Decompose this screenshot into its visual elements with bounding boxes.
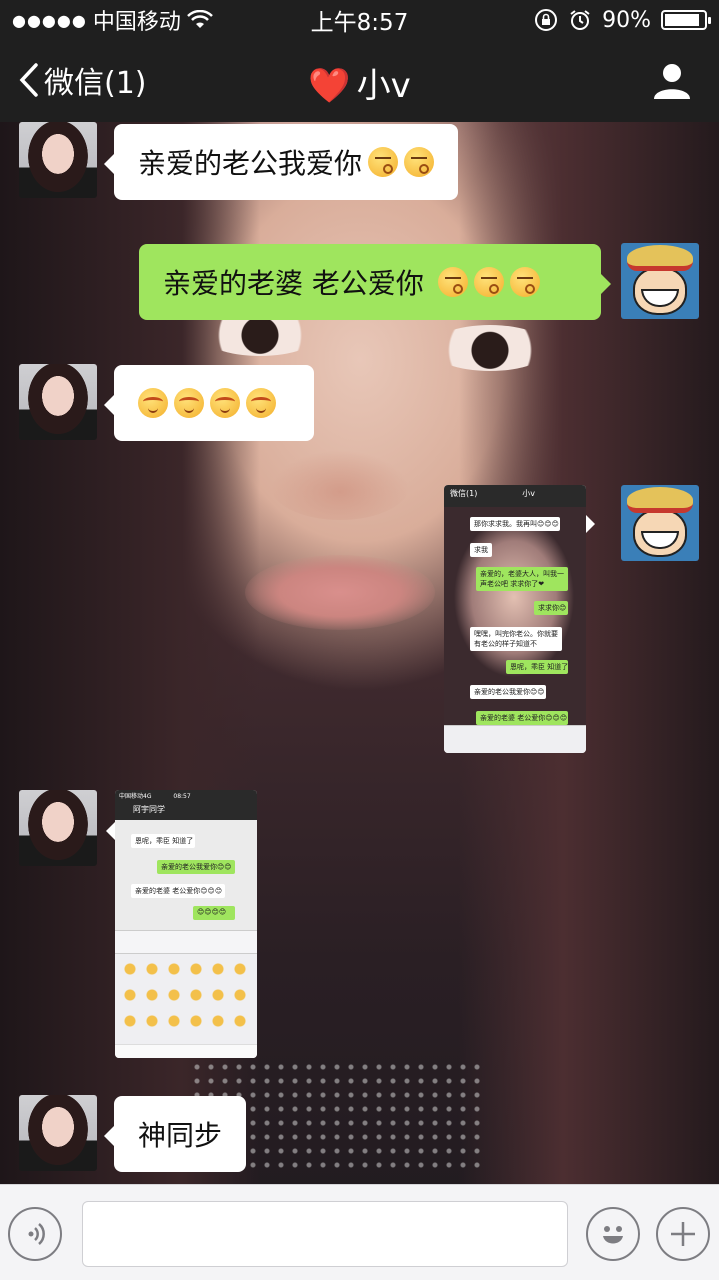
- background-nose: [270, 450, 410, 520]
- contact-avatar[interactable]: [19, 364, 97, 440]
- thumbnail-message: 恩呢，乖臣 知道了: [131, 834, 195, 848]
- thumbnail-message: 😊😊😊😊: [193, 906, 235, 920]
- kiss-emoji-icon: [437, 267, 468, 297]
- voice-icon: [28, 1223, 45, 1245]
- blush-emoji-icon: [138, 388, 168, 418]
- blush-emoji-icon: [210, 388, 240, 418]
- thumbnail-input-bar: [444, 725, 586, 753]
- message-text: 亲爱的老婆 老公爱你: [163, 267, 424, 300]
- blush-emoji-icon: [246, 388, 276, 418]
- avatar-straw-hat: [627, 245, 693, 271]
- thumbnail-message: 求求你😊: [534, 601, 568, 615]
- image-bubble-tail: [106, 822, 115, 840]
- chat-title: ❤️ 小v: [0, 58, 719, 107]
- thumbnail-message: 那你求求我。我再叫😊😊😊: [470, 517, 560, 531]
- kiss-emoji-icon: [368, 147, 399, 177]
- thumbnail-message: 嘿嘿，叫完你老公。你就要有老公的样子知道不: [470, 627, 562, 651]
- message-input-bar: [0, 1184, 719, 1280]
- alarm-icon: [570, 10, 590, 30]
- thumbnail-nav-bar: 微信(1) 小v: [444, 485, 586, 507]
- battery-fill: [665, 14, 700, 26]
- thumbnail-time: 08:57: [173, 793, 191, 800]
- thumbnail-input-bar: [115, 930, 257, 954]
- message-text-input[interactable]: [82, 1201, 568, 1267]
- thumbnail-message: 亲爱的老婆 老公爱你😊😊😊: [476, 711, 568, 725]
- chat-nav-bar: 微信(1) ❤️ 小v: [0, 40, 719, 122]
- emoji-icon: [603, 1226, 623, 1244]
- message-text: 神同步: [138, 1119, 223, 1152]
- message-bubble-received[interactable]: 亲爱的老公我爱你: [103, 124, 459, 200]
- heart-icon: ❤️: [308, 66, 351, 106]
- plus-icon: [671, 1222, 695, 1246]
- thumbnail-title: 阿宇同学: [133, 805, 165, 814]
- contact-avatar[interactable]: [19, 790, 97, 866]
- emoji-button[interactable]: [586, 1207, 640, 1261]
- message-bubble-sent[interactable]: 亲爱的老婆 老公爱你: [139, 244, 611, 320]
- thumbnail-emoji-tabs: [115, 1044, 257, 1058]
- message-text: 亲爱的老公我爱你: [138, 147, 363, 180]
- thumbnail-status-bar: 中国移动4G 08:57: [115, 790, 257, 800]
- contact-avatar[interactable]: [19, 1095, 97, 1171]
- thumbnail-nav-bar: 阿宇同学: [115, 800, 257, 820]
- thumbnail-title: 小v: [522, 489, 536, 498]
- my-avatar[interactable]: [621, 243, 699, 319]
- my-avatar[interactable]: [621, 485, 699, 561]
- image-bubble-tail: [586, 515, 595, 533]
- background-eye-right: [430, 325, 550, 371]
- thumbnail-message: 恩呢，乖臣 知道了: [506, 660, 568, 674]
- kiss-emoji-icon: [473, 267, 504, 297]
- thumbnail-message: 亲爱的老公我爱你😊😊: [157, 860, 235, 874]
- thumbnail-emoji-panel: [119, 956, 253, 1036]
- thumbnail-message: 亲爱的，老婆大人，叫我一声老公吧 求求你了❤: [476, 567, 568, 591]
- message-bubble-received[interactable]: 神同步: [103, 1096, 247, 1172]
- received-image-chat-screenshot[interactable]: 中国移动4G 08:57 阿宇同学 恩呢，乖臣 知道了 亲爱的老公我爱你😊😊 亲…: [115, 790, 257, 1058]
- contact-name: 小v: [356, 66, 411, 106]
- avatar-straw-hat: [627, 487, 693, 513]
- thumbnail-message: 亲爱的老婆 老公爱你😊😊😊: [131, 884, 225, 898]
- thumbnail-carrier: 中国移动4G: [119, 793, 152, 800]
- status-bar: ●●●●● 中国移动 上午8:57 90%: [0, 0, 719, 40]
- background-lips: [245, 555, 435, 630]
- sent-image-chat-screenshot[interactable]: 微信(1) 小v 那你求求我。我再叫😊😊😊 求我 亲爱的，老婆大人，叫我一声老公…: [444, 485, 586, 753]
- battery-icon: [661, 10, 711, 30]
- thumbnail-back-label: 微信(1): [450, 489, 478, 498]
- more-actions-button[interactable]: [656, 1207, 710, 1261]
- thumbnail-chat-area: 恩呢，乖臣 知道了 亲爱的老公我爱你😊😊 亲爱的老婆 老公爱你😊😊😊 😊😊😊😊: [115, 820, 257, 930]
- voice-button[interactable]: [8, 1207, 62, 1261]
- rotation-lock-icon: [535, 9, 558, 31]
- thumbnail-message: 求我: [470, 543, 492, 557]
- kiss-emoji-icon: [509, 267, 540, 297]
- contact-avatar[interactable]: [19, 122, 97, 198]
- kiss-emoji-icon: [404, 147, 435, 177]
- battery-percent: 90%: [602, 7, 651, 33]
- contact-profile-icon[interactable]: [653, 62, 691, 100]
- blush-emoji-icon: [174, 388, 204, 418]
- message-bubble-received[interactable]: [104, 365, 314, 441]
- thumbnail-message: 亲爱的老公我爱你😊😊: [470, 685, 546, 699]
